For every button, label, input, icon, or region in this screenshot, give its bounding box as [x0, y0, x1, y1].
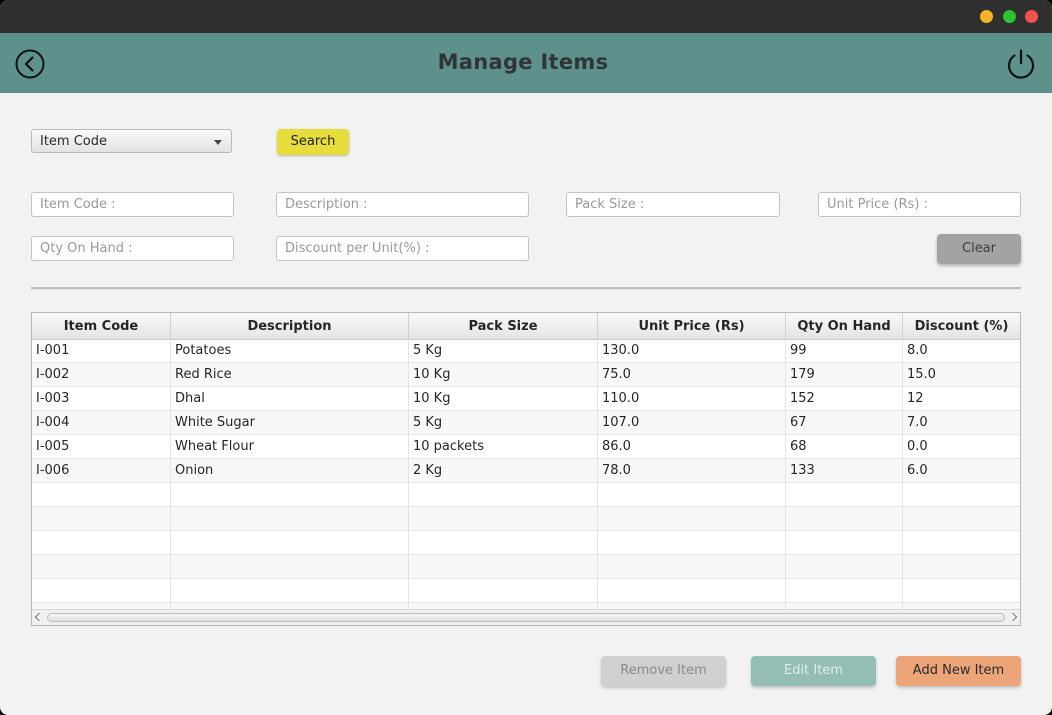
- table-row[interactable]: I-001 Potatoes 5 Kg 130.0 99 8.0: [32, 339, 1020, 363]
- item-code-field[interactable]: [31, 192, 234, 217]
- cell-unit-price: 110.0: [598, 387, 786, 411]
- cell-item-code: I-004: [32, 411, 171, 435]
- unit-price-field[interactable]: [818, 192, 1021, 217]
- cell-description: Wheat Flour: [171, 435, 409, 459]
- page-title: Manage Items: [437, 50, 609, 74]
- table-row-empty: [32, 531, 1020, 555]
- table-row-empty: [32, 507, 1020, 531]
- cell-discount: 0.0: [907, 439, 928, 454]
- cell-description: Onion: [171, 459, 409, 483]
- column-header-item-code[interactable]: Item Code: [32, 313, 171, 339]
- cell-discount: 12: [907, 391, 924, 406]
- cell-pack-size: 2 Kg: [409, 459, 598, 483]
- title-bar: [0, 0, 1052, 33]
- items-table[interactable]: Item Code Description Pack Size Unit Pri…: [31, 312, 1021, 626]
- search-filter-dropdown[interactable]: Item Code: [31, 129, 232, 153]
- power-icon[interactable]: [1004, 47, 1038, 81]
- minimize-icon[interactable]: [980, 10, 993, 23]
- cell-item-code: I-003: [32, 387, 171, 411]
- remove-item-button[interactable]: Remove Item: [601, 656, 726, 686]
- horizontal-scrollbar[interactable]: [32, 609, 1020, 625]
- cell-discount: 8.0: [907, 343, 928, 358]
- table-row-empty: [32, 579, 1020, 603]
- column-header-description[interactable]: Description: [171, 313, 409, 339]
- cell-pack-size: 10 Kg: [409, 387, 598, 411]
- table-row[interactable]: I-003 Dhal 10 Kg 110.0 152 12: [32, 387, 1020, 411]
- table-row-empty: [32, 483, 1020, 507]
- add-new-item-button[interactable]: Add New Item: [896, 656, 1021, 686]
- cell-qty-on-hand: 179: [786, 363, 903, 387]
- description-field[interactable]: [276, 192, 529, 217]
- column-header-pack-size[interactable]: Pack Size: [409, 313, 598, 339]
- maximize-icon[interactable]: [1003, 10, 1016, 23]
- divider: [31, 287, 1021, 290]
- cell-qty-on-hand: 152: [786, 387, 903, 411]
- edit-item-button[interactable]: Edit Item: [751, 656, 876, 686]
- cell-description: Dhal: [171, 387, 409, 411]
- discount-field[interactable]: [276, 236, 529, 261]
- cell-pack-size: 10 packets: [409, 435, 598, 459]
- cell-pack-size: 10 Kg: [409, 363, 598, 387]
- cell-qty-on-hand: 133: [786, 459, 903, 483]
- cell-unit-price: 75.0: [598, 363, 786, 387]
- cell-unit-price: 130.0: [598, 339, 786, 363]
- close-icon[interactable]: [1025, 10, 1038, 23]
- cell-qty-on-hand: 68: [786, 435, 903, 459]
- cell-description: Potatoes: [171, 339, 409, 363]
- cell-description: Red Rice: [171, 363, 409, 387]
- table-row-empty: [32, 555, 1020, 579]
- table-row[interactable]: I-006 Onion 2 Kg 78.0 133 6.0: [32, 459, 1020, 483]
- cell-unit-price: 107.0: [598, 411, 786, 435]
- column-header-qty-on-hand[interactable]: Qty On Hand: [786, 313, 903, 339]
- cell-qty-on-hand: 99: [786, 339, 903, 363]
- search-filter-selected: Item Code: [40, 134, 108, 149]
- cell-unit-price: 78.0: [598, 459, 786, 483]
- cell-item-code: I-001: [32, 339, 171, 363]
- column-header-unit-price[interactable]: Unit Price (Rs): [598, 313, 786, 339]
- app-window: Manage Items Item Code Search Clear Item…: [0, 0, 1052, 715]
- cell-item-code: I-006: [32, 459, 171, 483]
- table-row[interactable]: I-005 Wheat Flour 10 packets 86.0 68 0.0: [32, 435, 1020, 459]
- header-bar: Manage Items: [0, 33, 1052, 93]
- pack-size-field[interactable]: [566, 192, 780, 217]
- qty-on-hand-field[interactable]: [31, 236, 234, 261]
- chevron-down-icon: [214, 140, 222, 145]
- cell-discount: 6.0: [907, 463, 928, 478]
- cell-item-code: I-005: [32, 435, 171, 459]
- cell-discount: 7.0: [907, 415, 928, 430]
- cell-description: White Sugar: [171, 411, 409, 435]
- table-row[interactable]: I-004 White Sugar 5 Kg 107.0 67 7.0: [32, 411, 1020, 435]
- scrollbar-thumb[interactable]: [47, 613, 1005, 622]
- clear-button[interactable]: Clear: [937, 234, 1021, 264]
- cell-discount: 15.0: [907, 367, 936, 382]
- search-button[interactable]: Search: [277, 129, 349, 155]
- table-row[interactable]: I-002 Red Rice 10 Kg 75.0 179 15.0: [32, 363, 1020, 387]
- chevron-left-icon[interactable]: [34, 612, 44, 622]
- column-header-discount[interactable]: Discount (%): [903, 313, 1020, 339]
- table-header: Item Code Description Pack Size Unit Pri…: [32, 313, 1020, 340]
- cell-qty-on-hand: 67: [786, 411, 903, 435]
- cell-unit-price: 86.0: [598, 435, 786, 459]
- cell-item-code: I-002: [32, 363, 171, 387]
- cell-pack-size: 5 Kg: [409, 339, 598, 363]
- cell-pack-size: 5 Kg: [409, 411, 598, 435]
- chevron-right-icon[interactable]: [1008, 612, 1018, 622]
